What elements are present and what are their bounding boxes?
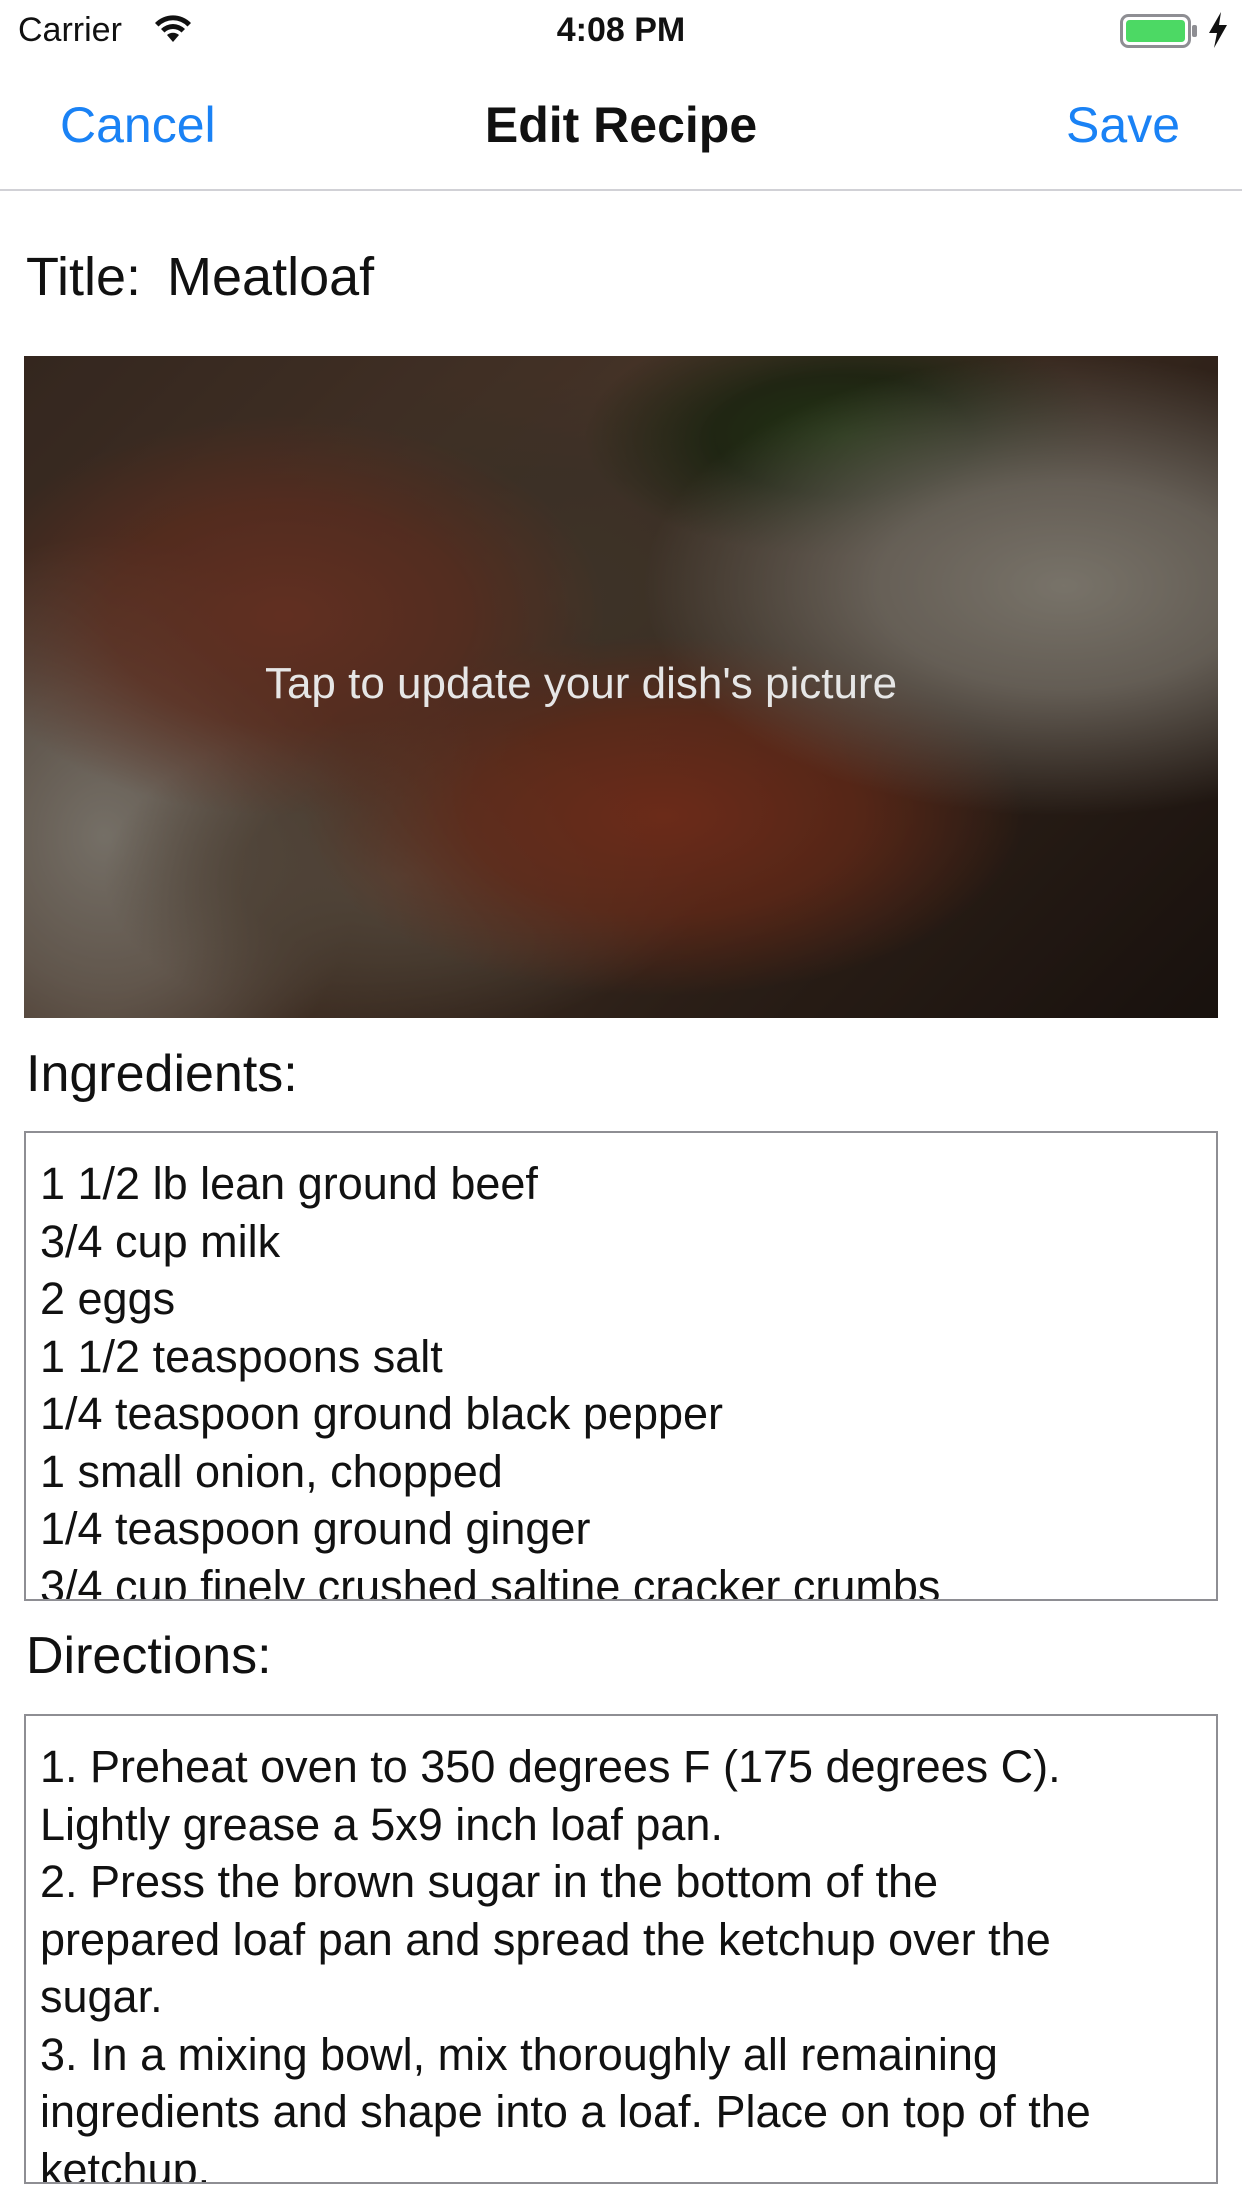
direction-line: ketchup. <box>40 2143 211 2184</box>
ingredients-label: Ingredients: <box>26 1045 298 1103</box>
navigation-bar: Cancel Edit Recipe Save <box>0 60 1242 191</box>
ingredients-text: 1 1/2 lb lean ground beef 3/4 cup milk 2… <box>26 1133 1216 1601</box>
direction-line: prepared loaf pan and spread the ketchup… <box>40 1913 1051 1965</box>
save-button[interactable]: Save <box>1066 96 1180 154</box>
ingredient-line: 1 1/2 teaspoons salt <box>40 1330 443 1382</box>
title-field[interactable] <box>167 246 1068 308</box>
directions-text: 1. Preheat oven to 350 degrees F (175 de… <box>26 1716 1216 2184</box>
directions-text-area[interactable]: 1. Preheat oven to 350 degrees F (175 de… <box>24 1714 1218 2184</box>
cancel-button[interactable]: Cancel <box>60 96 216 154</box>
ingredient-line: 3/4 cup milk <box>40 1215 281 1267</box>
ingredients-text-area[interactable]: 1 1/2 lb lean ground beef 3/4 cup milk 2… <box>24 1131 1218 1601</box>
ingredient-line: 1/4 teaspoon ground black pepper <box>40 1388 724 1439</box>
ingredient-line: 1 small onion, chopped <box>40 1445 503 1497</box>
dish-photo-button[interactable]: Tap to update your dish's picture <box>24 356 1218 1018</box>
battery-charging-icon <box>1120 14 1200 48</box>
charging-bolt-icon <box>1206 10 1230 50</box>
direction-line: 3. In a mixing bowl, mix thoroughly all … <box>40 2028 998 2080</box>
ingredient-line: 1 1/2 lb lean ground beef <box>40 1158 538 1209</box>
ingredient-line: 1/4 teaspoon ground ginger <box>40 1503 591 1554</box>
title-label: Title: <box>26 247 142 307</box>
status-time: 4:08 PM <box>556 11 686 49</box>
status-bar: Carrier 4:08 PM <box>0 0 1242 60</box>
direction-line: Lightly grease a 5x9 inch loaf pan. <box>40 1798 723 1850</box>
direction-line: sugar. <box>40 1971 163 2022</box>
direction-line: 1. Preheat oven to 350 degrees F (175 de… <box>40 1741 1061 1792</box>
ingredient-line: 3/4 cup finely crushed saltine cracker c… <box>40 1560 941 1601</box>
direction-line: ingredients and shape into a loaf. Place… <box>40 2086 1091 2137</box>
direction-line: 2. Press the brown sugar in the bottom o… <box>40 1856 939 1907</box>
ingredient-line: 2 eggs <box>40 1273 176 1324</box>
directions-label: Directions: <box>26 1627 272 1685</box>
photo-caption: Tap to update your dish's picture <box>264 659 898 708</box>
recipe-title-row: Title: <box>26 242 1068 312</box>
